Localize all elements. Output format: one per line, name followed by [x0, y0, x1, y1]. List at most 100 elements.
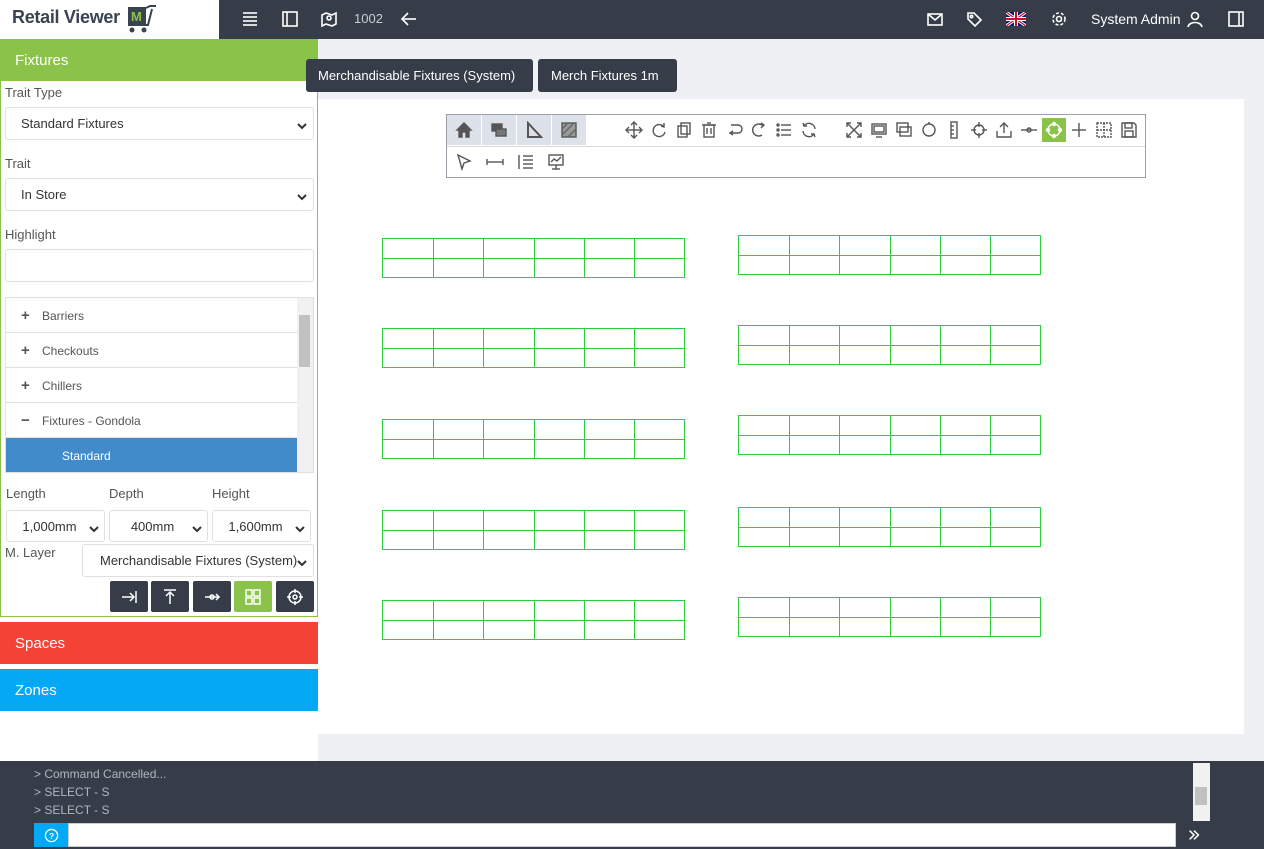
- target-button[interactable]: [276, 581, 314, 612]
- fixtures-header[interactable]: Fixtures: [0, 39, 318, 81]
- length-select[interactable]: 1,000mm: [6, 510, 105, 542]
- chevron-down-icon: [297, 556, 307, 567]
- gondola-fixture[interactable]: [738, 597, 1041, 637]
- uk-flag-icon[interactable]: [1005, 8, 1027, 30]
- node-icon[interactable]: [1017, 118, 1041, 142]
- depth-select[interactable]: 400mm: [109, 510, 208, 542]
- gondola-fixture[interactable]: [382, 419, 685, 459]
- fixtures-panel: Fixtures Trait Type Standard Fixtures Tr…: [0, 39, 318, 617]
- monitor-icon[interactable]: [867, 118, 891, 142]
- collapse-icon[interactable]: −: [21, 412, 30, 429]
- store-map-icon[interactable]: [318, 8, 340, 30]
- align-top-button[interactable]: [151, 581, 189, 612]
- run-command-button[interactable]: [1180, 823, 1208, 847]
- chevron-down-icon: [192, 522, 202, 537]
- crosshair-icon[interactable]: [967, 118, 991, 142]
- circle-icon[interactable]: [917, 118, 941, 142]
- menu-list-icon[interactable]: [239, 8, 261, 30]
- gondola-fixture[interactable]: [738, 325, 1041, 365]
- zones-header[interactable]: Zones: [0, 669, 318, 711]
- gondola-fixture[interactable]: [382, 510, 685, 550]
- tree-scroll-thumb[interactable]: [299, 315, 310, 367]
- length-value: 1,000mm: [22, 519, 77, 534]
- depth-label: Depth: [109, 486, 144, 501]
- copy-icon[interactable]: [672, 118, 696, 142]
- dimension-icon[interactable]: [483, 150, 507, 174]
- mlayer-select[interactable]: Merchandisable Fixtures (System): [82, 544, 314, 577]
- console-scrollbar[interactable]: [1193, 763, 1210, 821]
- user-icon[interactable]: [1184, 8, 1206, 30]
- delete-icon[interactable]: [697, 118, 721, 142]
- gondola-fixture[interactable]: [382, 328, 685, 368]
- back-arrow-icon[interactable]: [398, 8, 420, 30]
- right-panel-toggle-icon[interactable]: [1225, 8, 1247, 30]
- expand-icon[interactable]: +: [21, 342, 30, 359]
- save-icon[interactable]: [1117, 118, 1141, 142]
- floorplan-canvas[interactable]: [318, 99, 1244, 734]
- grid-button[interactable]: [234, 581, 272, 612]
- move-icon[interactable]: [622, 118, 646, 142]
- tree-scrollbar[interactable]: [297, 298, 313, 472]
- expand-icon[interactable]: +: [21, 307, 30, 324]
- trait-type-label: Trait Type: [5, 85, 63, 100]
- align-right-button[interactable]: [110, 581, 148, 612]
- ruler-icon[interactable]: [942, 118, 966, 142]
- gondola-fixture[interactable]: [382, 238, 685, 278]
- trait-type-select[interactable]: Standard Fixtures: [5, 107, 314, 140]
- command-input[interactable]: [68, 823, 1176, 847]
- set-square-icon[interactable]: [517, 115, 551, 145]
- fit-extents-icon[interactable]: [842, 118, 866, 142]
- tree-item-fixtures-gondola[interactable]: − Fixtures - Gondola: [6, 403, 298, 438]
- height-select[interactable]: 1,600mm: [212, 510, 311, 542]
- grid-dashed-icon[interactable]: [1092, 118, 1116, 142]
- upload-icon[interactable]: [992, 118, 1016, 142]
- mlayer-label: M. Layer: [5, 545, 56, 560]
- mail-icon[interactable]: [924, 8, 946, 30]
- log-line: > Command Cancelled...: [34, 767, 167, 781]
- height-value: 1,600mm: [228, 519, 283, 534]
- connect-button[interactable]: [193, 581, 231, 612]
- command-console: > Command Cancelled... > SELECT - S > SE…: [0, 761, 1264, 849]
- settings-gear-icon[interactable]: [1048, 8, 1070, 30]
- presentation-icon[interactable]: [544, 150, 568, 174]
- snap-circle-icon[interactable]: [1042, 118, 1066, 142]
- expand-icon[interactable]: +: [21, 377, 30, 394]
- undo-icon[interactable]: [722, 118, 746, 142]
- help-icon: ?: [44, 828, 58, 842]
- rotate-icon[interactable]: [647, 118, 671, 142]
- logo-text: Retail Viewer: [12, 7, 120, 27]
- list-icon[interactable]: [772, 118, 796, 142]
- highlight-input[interactable]: [5, 249, 314, 282]
- tree-item-label: Chillers: [42, 379, 83, 393]
- gondola-fixture[interactable]: [738, 415, 1041, 455]
- user-name[interactable]: System Admin: [1091, 11, 1180, 27]
- tree-item-barriers[interactable]: + Barriers: [6, 298, 298, 333]
- numbered-list-icon[interactable]: [514, 150, 538, 174]
- tab-merchandisable-fixtures[interactable]: Merchandisable Fixtures (System): [306, 59, 533, 92]
- gondola-fixture[interactable]: [738, 235, 1041, 275]
- panel-toggle-icon[interactable]: [279, 8, 301, 30]
- logo[interactable]: Retail Viewer M: [0, 0, 219, 39]
- console-scroll-thumb[interactable]: [1195, 787, 1207, 805]
- windows-icon[interactable]: [892, 118, 916, 142]
- trait-select[interactable]: In Store: [5, 178, 314, 211]
- tree-item-chillers[interactable]: + Chillers: [6, 368, 298, 403]
- home-icon[interactable]: [447, 115, 481, 145]
- select-arrow-icon[interactable]: [452, 150, 476, 174]
- tag-icon[interactable]: [963, 8, 985, 30]
- help-button[interactable]: ?: [34, 823, 68, 847]
- spaces-header[interactable]: Spaces: [0, 622, 318, 664]
- crosshair-icon: [287, 588, 303, 605]
- gondola-fixture[interactable]: [738, 507, 1041, 547]
- hatch-icon[interactable]: [552, 115, 586, 145]
- double-chevron-right-icon: [1189, 830, 1200, 840]
- tree-item-label: Barriers: [42, 309, 85, 323]
- tree-item-standard[interactable]: Standard: [6, 438, 298, 472]
- gondola-fixture[interactable]: [382, 600, 685, 640]
- redo-icon[interactable]: [747, 118, 771, 142]
- chat-icon[interactable]: [482, 115, 516, 145]
- plus-icon[interactable]: [1067, 118, 1091, 142]
- refresh-icon[interactable]: [797, 118, 821, 142]
- tree-item-checkouts[interactable]: + Checkouts: [6, 333, 298, 368]
- tab-merch-fixtures-1m[interactable]: Merch Fixtures 1m: [538, 59, 677, 92]
